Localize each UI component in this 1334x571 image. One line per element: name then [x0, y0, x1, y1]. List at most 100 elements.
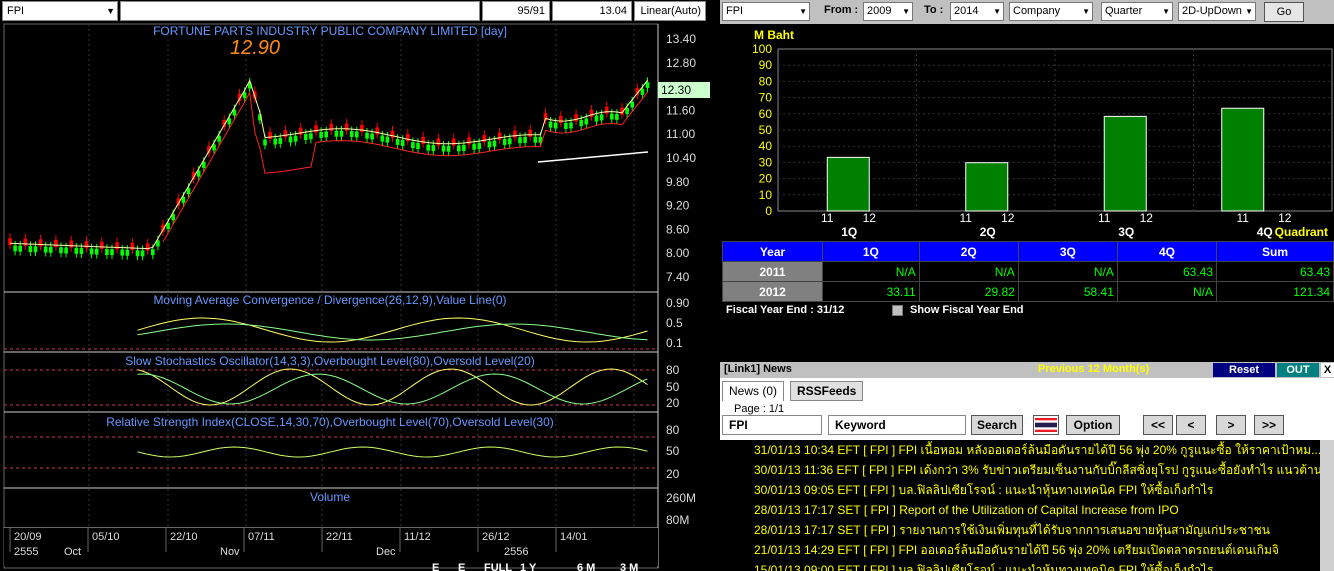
news-item[interactable]: 28/01/13 17:17 SET [ FPI ] Report of the…: [754, 500, 1320, 520]
financial-panel: FPI ▼ From : 2009 ▼ To : 2014 ▼ Company …: [720, 0, 1334, 571]
quarter-label: 1Q: [841, 225, 857, 239]
go-button[interactable]: Go: [1264, 2, 1304, 22]
reset-button[interactable]: Reset: [1213, 363, 1275, 377]
candle-body: [151, 249, 155, 256]
candle-body: [584, 118, 589, 125]
candle-body: [457, 145, 461, 152]
candle-body: [43, 246, 48, 253]
cell-2q: N/A: [918, 261, 1019, 282]
macd-tick: 0.1: [666, 336, 683, 350]
scale-mode-select[interactable]: Linear(Auto): [634, 1, 706, 21]
chevron-down-icon: ▼: [902, 7, 910, 16]
candle-body: [38, 239, 43, 247]
macd-tick: 0.5: [666, 316, 683, 330]
y-tick: 20: [759, 172, 773, 186]
prev-page-button[interactable]: <: [1176, 415, 1206, 435]
news-item[interactable]: 15/01/13 09:00 EFT [ FPI ] บล.ฟิลลิปเซีย…: [754, 560, 1320, 571]
chevron-down-icon: ▼: [993, 7, 1001, 16]
candle-body: [599, 114, 604, 121]
bar-counter: 95/91: [482, 1, 550, 21]
candle-body: [18, 245, 22, 252]
candle-body: [446, 145, 451, 152]
zoom-button[interactable]: 6 M: [577, 562, 595, 571]
candle-body: [630, 101, 634, 108]
candle-body: [390, 130, 395, 138]
quarter-label: 2Q: [980, 225, 996, 239]
news-item[interactable]: 21/01/13 14:29 EFT [ FPI ] FPI ออเดอร์ล้…: [754, 540, 1320, 560]
cell-3q: N/A: [1017, 261, 1118, 282]
chart-mode-select[interactable]: 2D-UpDown ▼: [1178, 2, 1256, 21]
y-tick: 0: [765, 204, 772, 218]
candle-body: [324, 131, 328, 138]
news-item[interactable]: 28/01/13 17:17 SET [ FPI ] รายงานการใช้เ…: [754, 520, 1320, 540]
candle-body: [135, 250, 140, 257]
zoom-button[interactable]: 1 Y: [520, 562, 537, 571]
price-tick: 9.80: [666, 175, 690, 189]
current-price-tag: 12.30: [661, 83, 691, 97]
search-button[interactable]: Search: [971, 415, 1023, 435]
news-item[interactable]: 30/01/13 09:05 EFT [ FPI ] บล.ฟิลลิปเซีย…: [754, 480, 1320, 500]
y-tick: 80: [759, 74, 773, 88]
language-flag-button[interactable]: [1033, 415, 1059, 435]
candle-body: [400, 140, 405, 147]
next-page-button[interactable]: >: [1216, 415, 1246, 435]
symbol-select[interactable]: FPI ▼: [2, 1, 118, 21]
month-tick: 2555: [14, 546, 38, 558]
zoom-button[interactable]: FULL: [484, 562, 512, 571]
candle-body: [467, 137, 471, 145]
entity-select[interactable]: Company ▼: [1009, 2, 1093, 21]
keyword-input[interactable]: Keyword: [828, 415, 966, 435]
stoch-tick: 50: [666, 380, 680, 394]
cell-4q: 63.43: [1116, 261, 1218, 282]
first-page-button[interactable]: <<: [1143, 415, 1173, 435]
price-chart[interactable]: FORTUNE PARTS INDUSTRY PUBLIC COMPANY LI…: [0, 22, 718, 571]
tab-news[interactable]: News (0): [722, 381, 785, 401]
candle-body: [385, 136, 390, 143]
close-button[interactable]: X: [1321, 363, 1334, 377]
zoom-button[interactable]: 3 M: [620, 562, 638, 571]
financial-symbol-select[interactable]: FPI ▼: [722, 2, 810, 21]
stochastic-title: Slow Stochastics Oscillator(14,3,3),Over…: [125, 354, 535, 368]
to-year-select[interactable]: 2014 ▼: [950, 2, 1004, 21]
show-fiscal-checkbox[interactable]: [892, 305, 903, 316]
candle-body: [293, 135, 298, 142]
news-scrollbar[interactable]: [1320, 440, 1334, 571]
page-indicator: Page : 1/1: [734, 403, 785, 415]
rsi-tick: 50: [666, 444, 680, 458]
candle-body: [513, 130, 517, 138]
candle-body: [589, 109, 594, 117]
candle-body: [125, 249, 130, 256]
row-year: 2011: [722, 261, 823, 282]
candle-body: [625, 108, 629, 115]
news-symbol-input[interactable]: FPI: [722, 415, 822, 435]
table-row: 2012 33.11 29.82 58.41 N/A 121.34: [722, 281, 1334, 302]
last-page-button[interactable]: >>: [1254, 415, 1284, 435]
price-tick: 12.80: [666, 56, 696, 70]
period-select[interactable]: Quarter ▼: [1101, 2, 1173, 21]
year-label: 11: [1098, 211, 1111, 225]
news-item[interactable]: 31/01/13 10:34 EFT [ FPI ] FPI เนื้อหอม …: [754, 440, 1320, 460]
candle-body: [115, 242, 119, 250]
cell-sum: 121.34: [1216, 281, 1334, 302]
out-button[interactable]: OUT: [1277, 363, 1319, 377]
date-tick: 14/01: [560, 531, 588, 543]
candle-body: [477, 143, 481, 149]
chevron-down-icon: ▼: [106, 6, 115, 16]
zoom-button[interactable]: E: [458, 562, 465, 571]
cell-4q: N/A: [1116, 281, 1218, 302]
candle-body: [329, 123, 334, 132]
previous-months-label[interactable]: Previous 12 Month(s): [1038, 363, 1149, 375]
zoom-button[interactable]: E: [432, 562, 439, 571]
price-tick: 9.20: [666, 199, 690, 213]
date-tick: 07/11: [248, 531, 275, 543]
tab-rssfeeds[interactable]: RSSFeeds: [790, 381, 864, 401]
option-button[interactable]: Option: [1066, 415, 1120, 435]
from-year-value: 2009: [867, 5, 892, 17]
header-2q: 2Q: [918, 241, 1019, 262]
price-tick: 8.00: [666, 246, 690, 260]
candle-body: [344, 123, 349, 131]
candle-body: [640, 88, 645, 95]
news-item[interactable]: 30/01/13 11:36 EFT [ FPI ] FPI เด้งกว่า …: [754, 460, 1320, 480]
from-year-select[interactable]: 2009 ▼: [863, 2, 913, 21]
thai-flag-icon: [1035, 418, 1057, 432]
